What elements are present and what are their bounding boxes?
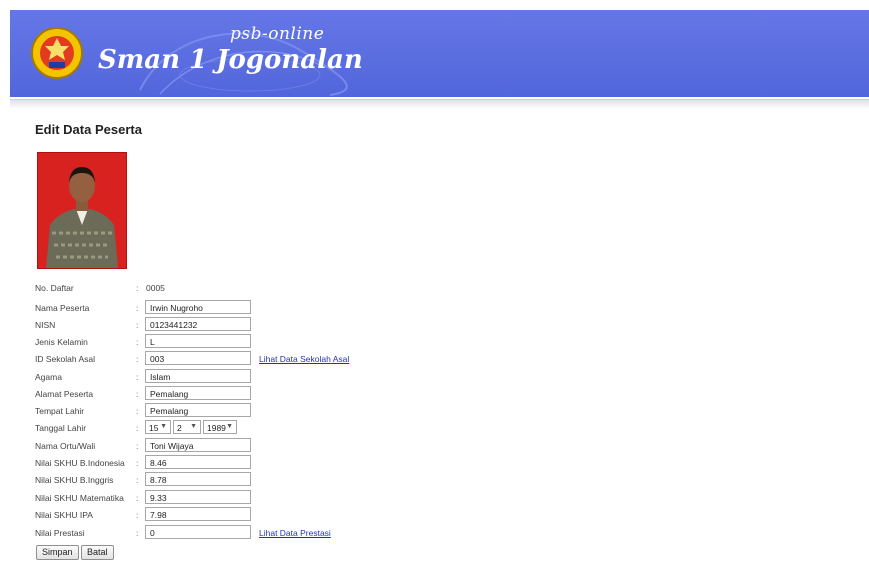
label-nisn: NISN — [35, 320, 56, 330]
row-tanggal-lahir: Tanggal Lahir : 15 ▼ 2 ▼ 1989 ▼ — [35, 419, 735, 436]
label-nama-ortu: Nama Ortu/Wali — [35, 441, 96, 451]
colon: : — [136, 406, 139, 416]
row-skhu-inggris: Nilai SKHU B.Inggris : 8.78 — [35, 471, 735, 488]
nilai-prestasi-input[interactable]: 0 — [145, 525, 251, 539]
chevron-down-icon: ▼ — [226, 423, 233, 430]
batal-button[interactable]: Batal — [81, 545, 114, 560]
chevron-down-icon: ▼ — [190, 423, 197, 430]
skhu-indonesia-input[interactable]: 8.46 — [145, 455, 251, 469]
label-skhu-matematika: Nilai SKHU Matematika — [35, 493, 124, 503]
page-title: Edit Data Peserta — [35, 122, 142, 137]
skhu-matematika-input[interactable]: 9.33 — [145, 490, 251, 504]
lihat-data-prestasi-link[interactable]: Lihat Data Prestasi — [259, 528, 331, 538]
row-skhu-indonesia: Nilai SKHU B.Indonesia : 8.46 — [35, 454, 735, 471]
tempat-lahir-input[interactable]: Pemalang — [145, 403, 251, 417]
label-nilai-prestasi: Nilai Prestasi — [35, 528, 85, 538]
row-alamat-peserta: Alamat Peserta : Pemalang — [35, 385, 735, 402]
label-tanggal-lahir: Tanggal Lahir — [35, 423, 87, 433]
skhu-ipa-input[interactable]: 7.98 — [145, 507, 251, 521]
colon: : — [136, 320, 139, 330]
row-tempat-lahir: Tempat Lahir : Pemalang — [35, 402, 735, 419]
colon: : — [136, 389, 139, 399]
participant-photo — [37, 152, 127, 269]
lihat-data-sekolah-asal-link[interactable]: Lihat Data Sekolah Asal — [259, 354, 349, 364]
alamat-peserta-input[interactable]: Pemalang — [145, 386, 251, 400]
agama-input[interactable]: Islam — [145, 369, 251, 383]
colon: : — [136, 423, 139, 433]
label-skhu-ipa: Nilai SKHU IPA — [35, 510, 93, 520]
chevron-down-icon: ▼ — [160, 423, 167, 430]
row-nilai-prestasi: Nilai Prestasi : 0 Lihat Data Prestasi — [35, 524, 735, 541]
skhu-inggris-input[interactable]: 8.78 — [145, 472, 251, 486]
site-subtitle: psb-online — [230, 24, 325, 44]
row-jenis-kelamin: Jenis Kelamin : L — [35, 333, 735, 350]
year-value: 1989 — [207, 423, 226, 433]
month-select[interactable]: 2 ▼ — [173, 420, 201, 434]
nama-ortu-input[interactable]: Toni Wijaya — [145, 438, 251, 452]
colon: : — [136, 441, 139, 451]
school-emblem-icon — [31, 27, 83, 79]
colon: : — [136, 303, 139, 313]
label-nama-peserta: Nama Peserta — [35, 303, 90, 313]
nama-peserta-input[interactable]: Irwin Nugroho — [145, 300, 251, 314]
row-nisn: NISN : 0123441232 — [35, 316, 735, 333]
label-agama: Agama — [35, 372, 62, 382]
site-title: Sman 1 Jogonalan — [98, 45, 363, 75]
person-photo-icon — [38, 153, 126, 268]
row-id-sekolah-asal: ID Sekolah Asal : 003 Lihat Data Sekolah… — [35, 350, 735, 367]
colon: : — [136, 354, 139, 364]
label-no-daftar: No. Daftar — [35, 283, 74, 293]
nisn-input[interactable]: 0123441232 — [145, 317, 251, 331]
day-select[interactable]: 15 ▼ — [145, 420, 171, 434]
header-banner: psb-online Sman 1 Jogonalan — [10, 10, 869, 97]
row-nama-ortu: Nama Ortu/Wali : Toni Wijaya — [35, 437, 735, 454]
label-jenis-kelamin: Jenis Kelamin — [35, 337, 88, 347]
row-nama-peserta: Nama Peserta : Irwin Nugroho — [35, 299, 735, 316]
colon: : — [136, 528, 139, 538]
colon: : — [136, 475, 139, 485]
month-value: 2 — [177, 423, 182, 433]
header-divider — [10, 99, 869, 109]
value-no-daftar: 0005 — [146, 283, 165, 293]
day-value: 15 — [149, 423, 159, 433]
label-alamat-peserta: Alamat Peserta — [35, 389, 94, 399]
simpan-button[interactable]: Simpan — [36, 545, 79, 560]
row-skhu-matematika: Nilai SKHU Matematika : 9.33 — [35, 489, 735, 506]
label-skhu-inggris: Nilai SKHU B.Inggris — [35, 475, 114, 485]
label-tempat-lahir: Tempat Lahir — [35, 406, 85, 416]
colon: : — [136, 337, 139, 347]
label-skhu-indonesia: Nilai SKHU B.Indonesia — [35, 458, 125, 468]
jenis-kelamin-input[interactable]: L — [145, 334, 251, 348]
colon: : — [136, 283, 139, 293]
colon: : — [136, 510, 139, 520]
row-no-daftar: No. Daftar : 0005 — [35, 279, 735, 296]
year-select[interactable]: 1989 ▼ — [203, 420, 237, 434]
colon: : — [136, 372, 139, 382]
colon: : — [136, 493, 139, 503]
label-id-sekolah-asal: ID Sekolah Asal — [35, 354, 96, 364]
colon: : — [136, 458, 139, 468]
id-sekolah-asal-input[interactable]: 003 — [145, 351, 251, 365]
row-agama: Agama : Islam — [35, 368, 735, 385]
row-skhu-ipa: Nilai SKHU IPA : 7.98 — [35, 506, 735, 523]
